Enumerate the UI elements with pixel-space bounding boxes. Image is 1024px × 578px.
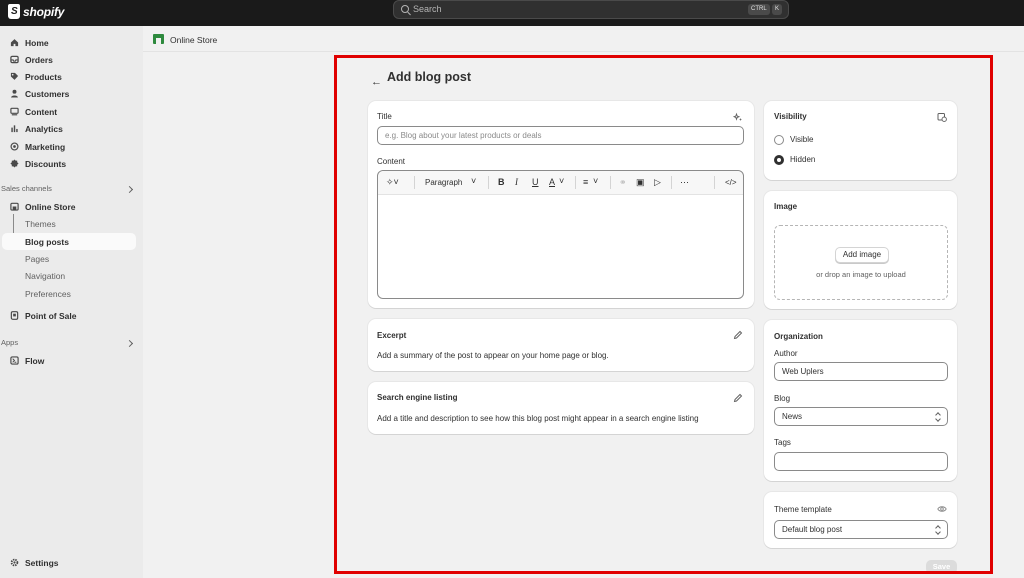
sidebar-item-label: Discounts [25, 159, 67, 169]
sidebar-item-online-store[interactable]: Online Store [2, 198, 136, 215]
search-bar[interactable]: Search CTRL K [393, 0, 789, 19]
sidebar-item-label: Point of Sale [25, 311, 77, 321]
shopify-logo[interactable]: shopify [8, 4, 64, 19]
sidebar-item-label: Flow [25, 356, 45, 366]
shortcut-ctrl: CTRL [748, 4, 770, 15]
sidebar-item-label: Home [25, 38, 49, 48]
flow-icon [10, 356, 19, 365]
sidebar-item-label: Themes [25, 219, 56, 229]
sidebar-item-home[interactable]: Home [2, 34, 136, 51]
sidebar-item-navigation[interactable]: Navigation [2, 267, 136, 284]
shopify-bag-icon [8, 4, 20, 19]
target-icon [10, 142, 19, 151]
search-icon [401, 5, 409, 13]
sidebar-item-label: Navigation [25, 271, 66, 281]
sidebar-item-label: Orders [25, 55, 53, 65]
sidebar-item-label: Online Store [25, 202, 76, 212]
sidebar-item-label: Content [25, 107, 58, 117]
inbox-icon [10, 55, 19, 64]
top-bar: shopify Search CTRL K [0, 0, 1024, 26]
apps-chevron-icon[interactable] [125, 339, 134, 348]
sidebar-item-flow[interactable]: Flow [2, 352, 136, 369]
sidebar-item-label: Pages [25, 254, 50, 264]
shortcut-k: K [772, 4, 783, 15]
sidebar: Home Orders Products Customers Content A… [0, 26, 143, 578]
home-icon [10, 39, 19, 47]
highlight-box [334, 55, 993, 574]
sidebar-item-label: Preferences [25, 289, 71, 299]
sidebar-item-label: Customers [25, 89, 70, 99]
sidebar-item-label: Blog posts [25, 237, 69, 247]
breadcrumb: Online Store [143, 26, 1024, 52]
content-icon [10, 107, 19, 116]
sidebar-item-orders[interactable]: Orders [2, 51, 136, 68]
apps-heading: Apps [1, 338, 19, 347]
sidebar-item-label: Products [25, 72, 62, 82]
sidebar-item-products[interactable]: Products [2, 68, 136, 85]
sales-channels-heading: Sales channels [1, 184, 52, 193]
online-store-icon [153, 34, 164, 44]
sidebar-item-label: Marketing [25, 142, 66, 152]
tag-icon [10, 72, 19, 80]
sidebar-item-settings[interactable]: Settings [2, 554, 136, 571]
sidebar-item-point-of-sale[interactable]: Point of Sale [2, 307, 136, 324]
sidebar-item-label: Settings [25, 558, 59, 568]
sidebar-item-themes[interactable]: Themes [2, 215, 136, 232]
sidebar-item-content[interactable]: Content [2, 103, 136, 120]
store-icon [10, 202, 19, 211]
sidebar-item-pages[interactable]: Pages [2, 250, 136, 267]
pos-icon [10, 311, 19, 320]
sidebar-item-label: Analytics [25, 124, 63, 134]
sidebar-item-analytics[interactable]: Analytics [2, 120, 136, 137]
gear-icon [10, 558, 19, 567]
sidebar-item-discounts[interactable]: Discounts [2, 155, 136, 172]
discount-icon [10, 159, 19, 168]
search-placeholder: Search [413, 4, 442, 14]
sidebar-item-customers[interactable]: Customers [2, 85, 136, 102]
person-icon [11, 89, 18, 98]
sidebar-item-marketing[interactable]: Marketing [2, 138, 136, 155]
bar-chart-icon [11, 125, 18, 133]
sales-channels-chevron-icon[interactable] [125, 185, 134, 194]
sidebar-item-blog-posts[interactable]: Blog posts [2, 233, 136, 250]
breadcrumb-label[interactable]: Online Store [170, 35, 217, 45]
brand-name: shopify [23, 4, 65, 19]
sidebar-item-preferences[interactable]: Preferences [2, 285, 136, 302]
